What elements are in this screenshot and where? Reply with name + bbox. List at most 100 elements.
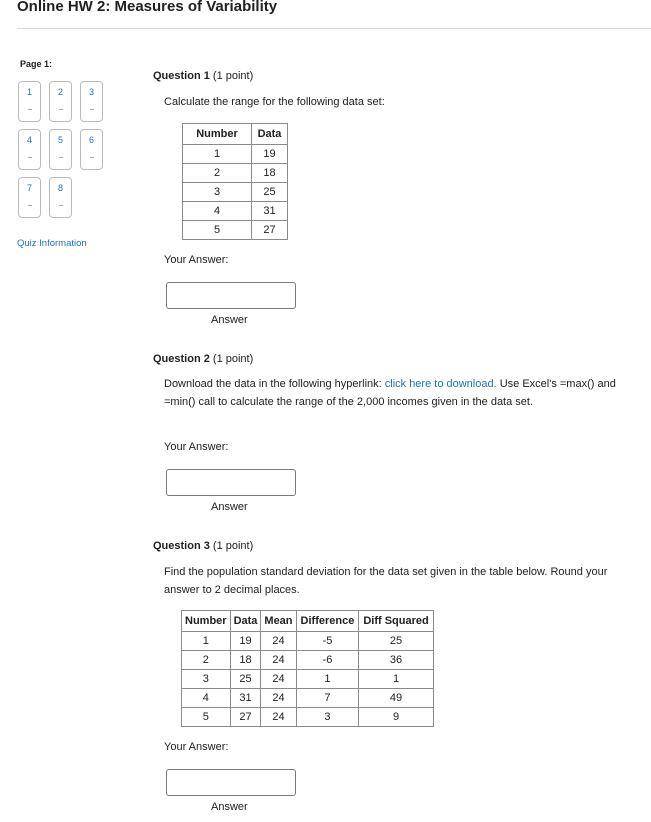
table-cell: 2 xyxy=(181,650,231,670)
table-cell: 25 xyxy=(358,631,434,651)
question-nav-6[interactable]: 6 -- xyxy=(80,129,103,170)
table-row: 2 18 24 -6 36 xyxy=(181,650,434,670)
question-nav-status: -- xyxy=(27,200,33,210)
question-1-answer-input[interactable] xyxy=(166,282,296,309)
question-nav-status: -- xyxy=(27,152,33,162)
table-cell: 24 xyxy=(260,650,297,670)
table-cell: 24 xyxy=(260,707,297,727)
table-cell: 5 xyxy=(181,707,231,727)
quiz-information-link[interactable]: Quiz Information xyxy=(17,238,87,249)
download-link[interactable]: click here to download. xyxy=(385,378,497,390)
question-nav-number: 6 xyxy=(88,135,94,145)
table-cell: 27 xyxy=(229,707,262,727)
question-nav-status: -- xyxy=(58,152,64,162)
question-nav-status: -- xyxy=(89,104,95,114)
question-points: (1 point) xyxy=(212,353,254,365)
question-label: Question 1 xyxy=(153,70,210,82)
table-row: 3 25 xyxy=(182,182,288,202)
question-3-data-table: Number Data Mean Difference Diff Squared… xyxy=(181,610,434,727)
table-cell: 3 xyxy=(295,707,360,727)
table-row: 3 25 24 1 1 xyxy=(181,669,434,689)
page-title: Online HW 2: Measures of Variability xyxy=(17,0,278,15)
table-cell: 36 xyxy=(358,650,434,670)
question-3-text: Find the population standard deviation f… xyxy=(164,566,608,596)
table-header-row: Number Data Mean Difference Diff Squared xyxy=(181,610,434,632)
question-nav-number: 2 xyxy=(57,87,63,97)
table-header: Diff Squared xyxy=(358,610,434,632)
table-cell: 25 xyxy=(251,182,288,202)
question-nav-number: 4 xyxy=(26,135,32,145)
question-3-answer-input[interactable] xyxy=(166,769,296,796)
question-points: (1 point) xyxy=(212,540,254,552)
table-cell: 18 xyxy=(229,650,262,670)
question-2-heading: Question 2 (1 point) xyxy=(153,353,253,365)
table-row: 4 31 24 7 49 xyxy=(181,688,434,708)
table-header: Number xyxy=(182,123,252,145)
question-2-answer-input[interactable] xyxy=(166,469,296,496)
table-cell: 9 xyxy=(358,707,434,727)
question-nav-status: -- xyxy=(89,152,95,162)
table-cell: 19 xyxy=(229,631,262,651)
table-row: 2 18 xyxy=(182,163,288,183)
your-answer-label: Your Answer: xyxy=(164,741,229,753)
question-nav-5[interactable]: 5 -- xyxy=(49,129,72,170)
question-3-heading: Question 3 (1 point) xyxy=(153,540,253,552)
table-row: 5 27 xyxy=(182,220,288,240)
table-cell: 1 xyxy=(181,631,231,651)
table-row: 1 19 24 -5 25 xyxy=(181,631,434,651)
table-cell: 24 xyxy=(260,688,297,708)
table-cell: 3 xyxy=(181,669,231,689)
question-nav-number: 7 xyxy=(26,183,32,193)
question-label: Question 2 xyxy=(153,353,210,365)
table-cell: 1 xyxy=(182,144,252,164)
table-cell: 1 xyxy=(295,669,360,689)
table-cell: 27 xyxy=(251,220,288,240)
table-cell: 31 xyxy=(251,201,288,221)
question-text-part: Download the data in the following hyper… xyxy=(164,378,385,390)
table-cell: 7 xyxy=(295,688,360,708)
table-cell: -6 xyxy=(295,650,360,670)
page-label: Page 1: xyxy=(20,59,53,69)
table-header: Data xyxy=(251,123,288,145)
table-cell: 18 xyxy=(251,163,288,183)
table-cell: 5 xyxy=(182,220,252,240)
table-row: 1 19 xyxy=(182,144,288,164)
question-1-text: Calculate the range for the following da… xyxy=(164,96,385,108)
question-nav-4[interactable]: 4 -- xyxy=(18,129,41,170)
question-nav-status: -- xyxy=(58,200,64,210)
answer-caption: Answer xyxy=(211,501,248,513)
question-nav-2[interactable]: 2 -- xyxy=(49,81,72,122)
title-divider xyxy=(17,28,651,29)
answer-caption: Answer xyxy=(211,801,248,813)
table-row: 4 31 xyxy=(182,201,288,221)
table-cell: 24 xyxy=(260,631,297,651)
question-nav-7[interactable]: 7 -- xyxy=(18,177,41,218)
question-nav-1[interactable]: 1 -- xyxy=(18,81,41,122)
table-cell: 2 xyxy=(182,163,252,183)
table-cell: 4 xyxy=(182,201,252,221)
table-cell: 19 xyxy=(251,144,288,164)
question-2-text: Download the data in the following hyper… xyxy=(164,375,619,411)
question-nav-number: 5 xyxy=(57,135,63,145)
table-cell: 49 xyxy=(358,688,434,708)
question-nav-number: 3 xyxy=(88,87,94,97)
your-answer-label: Your Answer: xyxy=(164,441,229,453)
table-header: Number xyxy=(181,610,231,632)
table-header-row: Number Data xyxy=(182,123,288,145)
table-cell: 3 xyxy=(182,182,252,202)
question-label: Question 3 xyxy=(153,540,210,552)
question-nav-8[interactable]: 8 -- xyxy=(49,177,72,218)
table-cell: 24 xyxy=(260,669,297,689)
question-nav-status: -- xyxy=(58,104,64,114)
table-row: 5 27 24 3 9 xyxy=(181,707,434,727)
table-header: Mean xyxy=(260,610,297,632)
your-answer-label: Your Answer: xyxy=(164,254,229,266)
question-nav-3[interactable]: 3 -- xyxy=(80,81,103,122)
question-nav-number: 8 xyxy=(57,183,63,193)
table-cell: 4 xyxy=(181,688,231,708)
question-nav-status: -- xyxy=(27,104,33,114)
table-cell: 25 xyxy=(229,669,262,689)
question-1-data-table: Number Data 1 19 2 18 3 25 4 31 5 27 xyxy=(182,123,288,240)
table-cell: -5 xyxy=(295,631,360,651)
question-nav-number: 1 xyxy=(26,87,32,97)
